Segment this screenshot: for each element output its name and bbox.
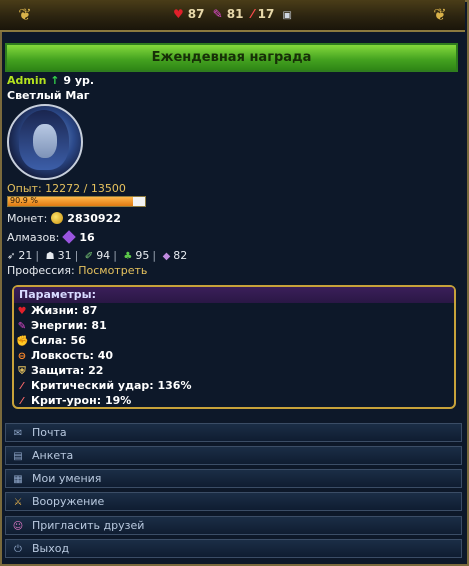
resource-value: 82 xyxy=(173,249,188,262)
diamonds-value: 16 xyxy=(79,231,95,244)
resources-line: ➶ 21 | ☗ 31 | ✐ 94 | ♣ 95 | ◆ 82 xyxy=(7,249,187,262)
skills-icon: ▦ xyxy=(13,474,23,485)
diamonds-label: Алмазов: xyxy=(7,231,60,244)
agility-icon: ⊖ xyxy=(17,351,27,362)
param-value: 81 xyxy=(91,319,107,332)
param-value: 56 xyxy=(70,334,86,347)
armor-icon: ⚔ xyxy=(13,497,23,508)
profile-card-icon: ▤ xyxy=(13,451,23,462)
param-label: Критический удар: xyxy=(31,379,154,392)
parameters-panel: Параметры: ♥ Жизни: 87 ✎ Энергии: 81 ✊ Сила… xyxy=(12,285,456,409)
profession-line: Профессия: Посмотреть xyxy=(7,264,147,277)
separator: | xyxy=(113,249,117,262)
resource-value: 94 xyxy=(96,249,111,262)
param-label: Жизни: xyxy=(31,304,79,317)
param-row-agility: ⊖ Ловкость: 40 xyxy=(14,348,454,363)
param-row-crit-damage: ⁄ Крит-урон: 19% xyxy=(14,393,454,408)
heart-icon: ♥ xyxy=(17,306,27,317)
diamond-icon xyxy=(62,230,77,244)
menu-label: Выход xyxy=(32,542,70,555)
status-stats: ♥ 87 ✎ 81 ⁄ 17 ▣ xyxy=(0,7,465,21)
energy-icon: ✎ xyxy=(17,321,27,332)
separator: | xyxy=(74,249,79,262)
avatar-face xyxy=(33,124,57,158)
crit-icon: ⁄ xyxy=(21,381,23,392)
strength-icon: ✊ xyxy=(16,336,29,347)
daily-reward-label: Ежендевная награда xyxy=(151,50,312,65)
coin-icon xyxy=(51,212,64,224)
crystal-icon: ◆ xyxy=(162,251,171,262)
experience-bar: 90.9 % xyxy=(7,196,146,207)
separator: | xyxy=(152,249,157,262)
profession-view-link[interactable]: Посмотреть xyxy=(78,264,147,277)
param-value: 87 xyxy=(82,304,98,317)
menu-item-invite-friends[interactable]: ☺ Пригласить друзей xyxy=(5,516,462,535)
stone-icon: ☗ xyxy=(45,251,55,262)
energy-pen-icon: ✎ xyxy=(212,7,223,21)
param-row-health: ♥ Жизни: 87 xyxy=(14,303,454,318)
resource-value: 21 xyxy=(18,249,33,262)
daily-reward-button[interactable]: Ежендевная награда xyxy=(5,43,458,72)
wood-icon: ➶ xyxy=(7,251,16,262)
menu-item-skills[interactable]: ▦ Мои умения xyxy=(5,469,462,488)
diamonds-line: Алмазов: 16 xyxy=(7,230,95,244)
coins-line: Монет: 2830922 xyxy=(7,212,121,225)
param-row-energy: ✎ Энергии: 81 xyxy=(14,318,454,333)
experience-text: Опыт: 12272 / 13500 xyxy=(7,182,126,195)
param-label: Энергии: xyxy=(31,319,88,332)
param-value: 19% xyxy=(104,394,132,407)
avatar[interactable] xyxy=(7,104,83,180)
menu-label: Пригласить друзей xyxy=(32,519,145,532)
player-name[interactable]: Admin xyxy=(7,74,46,87)
param-label: Сила: xyxy=(31,334,67,347)
separator: | xyxy=(35,249,40,262)
attack-value: 17 xyxy=(257,7,275,21)
param-row-strength: ✊ Сила: 56 xyxy=(14,333,454,348)
hp-value: 87 xyxy=(187,7,205,21)
shield-icon: ⛨ xyxy=(18,366,26,377)
ore-icon: ✐ xyxy=(84,251,94,262)
heart-icon: ♥ xyxy=(173,7,184,21)
param-value: 22 xyxy=(88,364,104,377)
menu-label: Вооружение xyxy=(32,495,105,508)
mail-icon: ✉ xyxy=(13,428,23,439)
menu-item-mail[interactable]: ✉ Почта xyxy=(5,423,462,442)
energy-value: 81 xyxy=(226,7,244,21)
sword-icon: ⁄ xyxy=(251,7,254,21)
message-icon[interactable]: ▣ xyxy=(283,10,292,21)
menu-label: Мои умения xyxy=(32,472,102,485)
logout-icon: ⏻ xyxy=(14,544,22,555)
player-level: 9 ур. xyxy=(63,74,95,87)
level-up-arrow-icon: ↑ xyxy=(50,74,60,87)
param-label: Ловкость: xyxy=(31,349,94,362)
resource-value: 31 xyxy=(57,249,72,262)
resource-value: 95 xyxy=(135,249,150,262)
menu-item-logout[interactable]: ⏻ Выход xyxy=(5,539,462,558)
experience-percent: 90.9 % xyxy=(10,196,38,205)
player-class: Светлый Маг xyxy=(7,89,90,102)
profession-label: Профессия: xyxy=(7,264,75,277)
param-row-crit: ⁄ Критический удар: 136% xyxy=(14,378,454,393)
coins-label: Монет: xyxy=(7,212,48,225)
top-status-bar: ❦ ♥ 87 ✎ 81 ⁄ 17 ▣ ❦ xyxy=(0,0,465,32)
wing-emblem-right-icon: ❦ xyxy=(433,5,447,24)
param-label: Защита: xyxy=(31,364,85,377)
invite-icon: ☺ xyxy=(12,521,24,532)
parameters-title: Параметры: xyxy=(14,287,454,303)
param-value: 40 xyxy=(97,349,114,362)
menu-item-armor[interactable]: ⚔ Вооружение xyxy=(5,492,462,511)
player-name-line: Admin ↑ 9 ур. xyxy=(7,74,94,87)
menu-label: Почта xyxy=(32,426,67,439)
coins-value: 2830922 xyxy=(67,212,121,225)
herb-icon: ♣ xyxy=(123,251,133,262)
menu-item-profile[interactable]: ▤ Анкета xyxy=(5,446,462,465)
param-label: Крит-урон: xyxy=(31,394,102,407)
menu-label: Анкета xyxy=(32,449,74,462)
param-row-defense: ⛨ Защита: 22 xyxy=(14,363,454,378)
param-value: 136% xyxy=(157,379,192,392)
crit-damage-icon: ⁄ xyxy=(21,396,23,407)
